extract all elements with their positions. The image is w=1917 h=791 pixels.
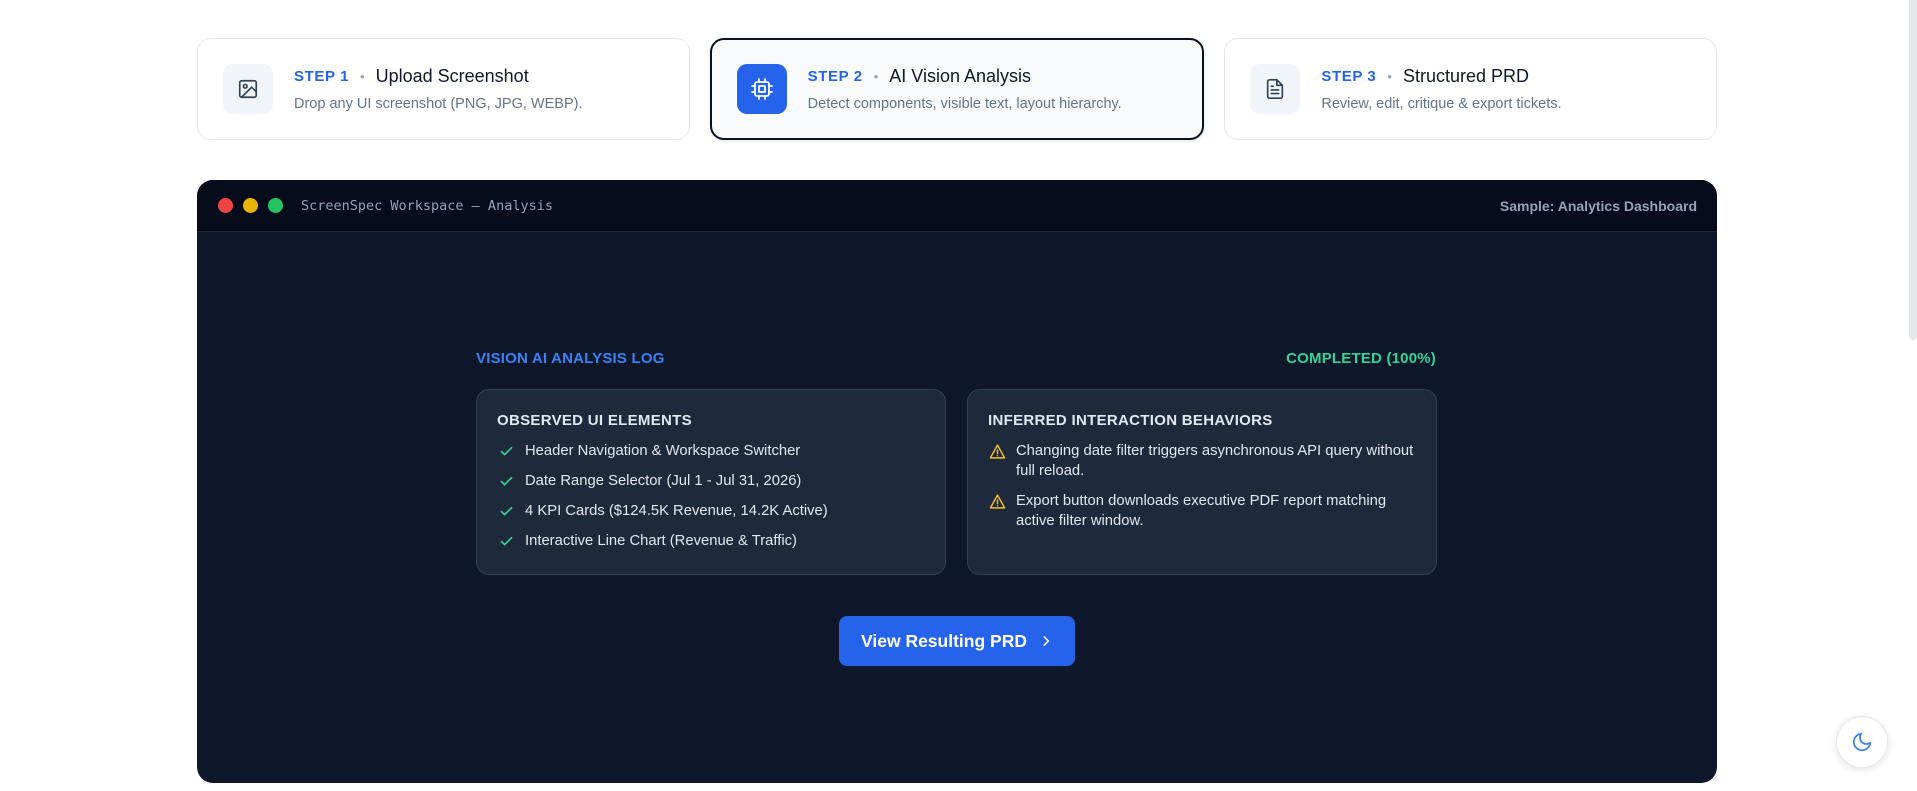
warning-icon [988,491,1006,511]
step-name: AI Vision Analysis [889,66,1032,86]
observed-elements-panel: OBSERVED UI ELEMENTS Header Navigation &… [476,389,946,575]
step-card-upload[interactable]: STEP 1 • Upload Screenshot Drop any UI s… [197,38,690,140]
step-name: Upload Screenshot [375,66,529,86]
window-maximize-dot[interactable] [268,198,283,213]
warning-icon [988,441,1006,461]
list-item-text: Export button downloads executive PDF re… [1016,493,1387,529]
step-description: Detect components, visible text, layout … [807,96,1122,112]
list-item-text: Header Navigation & Workspace Switcher [525,443,801,459]
panel-title: OBSERVED UI ELEMENTS [497,412,692,429]
observed-list: Header Navigation & Workspace Switcher D… [497,441,925,551]
scrollbar-thumb[interactable] [1909,0,1917,340]
image-icon [223,64,273,114]
step-description: Drop any UI screenshot (PNG, JPG, WEBP). [294,96,583,112]
check-icon [497,531,515,551]
step-title-row: STEP 2 • AI Vision Analysis [808,66,1122,87]
step-title-row: STEP 3 • Structured PRD [1321,66,1561,87]
inferred-behaviors-panel: INFERRED INTERACTION BEHAVIORS Changing … [967,389,1437,575]
window-titlebar: ScreenSpec Workspace — Analysis Sample: … [197,180,1717,232]
step-number: STEP 2 [807,68,863,85]
step-text: STEP 2 • AI Vision Analysis Detect compo… [808,66,1122,112]
check-icon [497,501,515,521]
analysis-log-header: VISION AI ANALYSIS LOG COMPLETED (100%) [476,350,1436,367]
list-item: Export button downloads executive PDF re… [988,491,1416,531]
list-item: Changing date filter triggers asynchrono… [988,441,1416,481]
document-icon [1250,64,1301,114]
sample-label: Sample: Analytics Dashboard [1499,197,1697,214]
step-separator: • [1387,69,1392,84]
list-item-text: Date Range Selector (Jul 1 - Jul 31, 202… [525,473,802,489]
step-number: STEP 1 [294,68,350,85]
window-minimize-dot[interactable] [243,198,258,213]
step-text: STEP 1 • Upload Screenshot Drop any UI s… [294,66,582,112]
check-icon [497,471,515,491]
list-item: 4 KPI Cards ($124.5K Revenue, 14.2K Acti… [497,501,925,521]
step-card-analysis[interactable]: STEP 2 • AI Vision Analysis Detect compo… [709,38,1205,140]
steps-row: STEP 1 • Upload Screenshot Drop any UI s… [197,38,1718,140]
list-item: Date Range Selector (Jul 1 - Jul 31, 202… [497,471,925,491]
list-item-text: 4 KPI Cards ($124.5K Revenue, 14.2K Acti… [525,503,828,519]
chevron-right-icon [1043,636,1050,646]
window-close-dot[interactable] [218,198,233,213]
analysis-log-title: VISION AI ANALYSIS LOG [476,350,665,367]
inferred-list: Changing date filter triggers asynchrono… [988,441,1416,531]
view-prd-button[interactable]: View Resulting PRD [839,616,1075,666]
list-item-text: Changing date filter triggers asynchrono… [1016,443,1414,479]
step-number: STEP 3 [1321,68,1377,85]
list-item: Header Navigation & Workspace Switcher [497,441,925,461]
step-title-row: STEP 1 • Upload Screenshot [294,66,582,87]
page-scrollbar[interactable] [1909,0,1917,791]
step-name: Structured PRD [1402,66,1529,86]
view-prd-button-label: View Resulting PRD [861,630,1027,651]
list-item: Interactive Line Chart (Revenue & Traffi… [497,531,925,551]
list-item-text: Interactive Line Chart (Revenue & Traffi… [525,533,797,549]
window-title: ScreenSpec Workspace — Analysis [301,197,553,214]
step-separator: • [873,69,879,84]
step-card-prd[interactable]: STEP 3 • Structured PRD Review, edit, cr… [1224,38,1718,140]
theme-toggle-button[interactable] [1836,716,1888,768]
step-text: STEP 3 • Structured PRD Review, edit, cr… [1321,66,1561,112]
cpu-icon [736,64,787,114]
step-separator: • [360,69,365,84]
check-icon [497,441,515,461]
workspace-window: ScreenSpec Workspace — Analysis Sample: … [197,180,1717,783]
moon-icon [1852,732,1872,752]
analysis-status: COMPLETED (100%) [1286,350,1436,367]
step-description: Review, edit, critique & export tickets. [1321,96,1562,112]
panel-title: INFERRED INTERACTION BEHAVIORS [988,412,1273,429]
